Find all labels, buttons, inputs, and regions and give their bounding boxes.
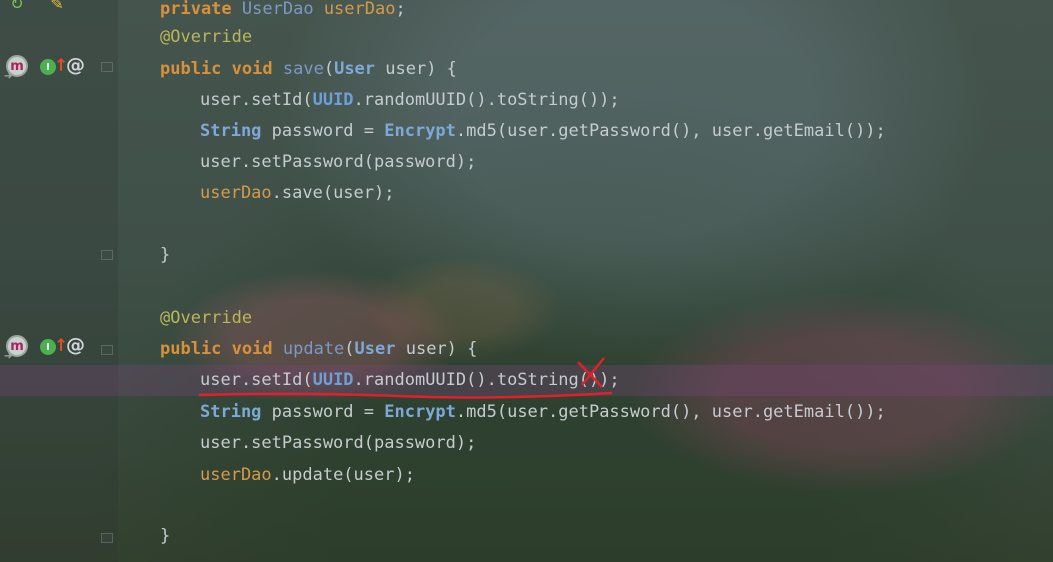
code-line[interactable]: @Override: [160, 303, 252, 334]
code-token: void: [231, 59, 273, 79]
code-token: void: [231, 339, 273, 359]
code-token: (: [344, 339, 355, 359]
code-token: UUID: [312, 90, 354, 110]
code-token: }: [160, 245, 171, 265]
code-token: .randomUUID().toString());: [353, 90, 620, 110]
code-line[interactable]: }: [160, 240, 170, 271]
code-token: userDao: [323, 0, 396, 19]
code-token: user) {: [395, 339, 478, 359]
code-token: user.setPassword(password);: [200, 433, 477, 453]
code-line[interactable]: user.setId(UUID.randomUUID().toString())…: [200, 85, 620, 116]
code-token: .md5(user.getPassword(), user.getEmail()…: [455, 402, 886, 422]
red-cross-mark: [577, 357, 605, 388]
code-line[interactable]: String password = Encrypt.md5(user.getPa…: [200, 397, 886, 428]
code-line[interactable]: public void save(User user) {: [160, 54, 457, 85]
code-token: String: [200, 121, 262, 141]
code-token: ;: [395, 0, 406, 19]
code-token: UUID: [312, 370, 354, 390]
code-line[interactable]: public void update(User user) {: [160, 334, 477, 365]
code-token: private: [160, 0, 232, 19]
code-token: user.setId(: [200, 370, 313, 390]
code-token: User: [354, 339, 396, 359]
code-token: userDao: [200, 183, 272, 203]
code-token: @Override: [160, 27, 253, 47]
code-line[interactable]: user.setPassword(password);: [200, 147, 476, 178]
code-token: user) {: [375, 59, 457, 79]
code-token: (: [323, 59, 335, 79]
code-token: public: [160, 339, 222, 359]
code-token: Encrypt: [384, 121, 456, 141]
code-token: User: [334, 59, 376, 79]
code-token: UserDao: [241, 0, 314, 19]
code-token: userDao: [200, 465, 272, 485]
code-line[interactable]: userDao.update(user);: [200, 460, 415, 491]
code-line[interactable]: @Override: [160, 22, 252, 53]
code-token: }: [160, 526, 171, 546]
code-token: .save(user);: [271, 183, 395, 203]
code-token: password =: [261, 121, 385, 141]
code-token: @Override: [160, 308, 253, 328]
code-token: String: [200, 402, 262, 422]
red-underline-annotation: [198, 391, 613, 399]
code-token: .update(user);: [271, 465, 415, 485]
code-token: save: [282, 59, 324, 79]
code-line[interactable]: userDao.save(user);: [200, 178, 394, 209]
code-token: Encrypt: [384, 402, 456, 422]
code-token: user.setPassword(password);: [200, 152, 477, 172]
code-token: user.setId(: [200, 90, 313, 110]
code-editor[interactable]: private UserDao userDao; @Override public …: [0, 0, 1053, 562]
code-token: .md5(user.getPassword(), user.getEmail()…: [455, 121, 886, 141]
code-token: password =: [261, 402, 385, 422]
code-token: public: [160, 59, 222, 79]
code-line[interactable]: String password = Encrypt.md5(user.getPa…: [200, 116, 886, 147]
code-line[interactable]: }: [160, 521, 170, 552]
code-line[interactable]: user.setPassword(password);: [200, 428, 476, 459]
code-token: update: [282, 339, 345, 359]
